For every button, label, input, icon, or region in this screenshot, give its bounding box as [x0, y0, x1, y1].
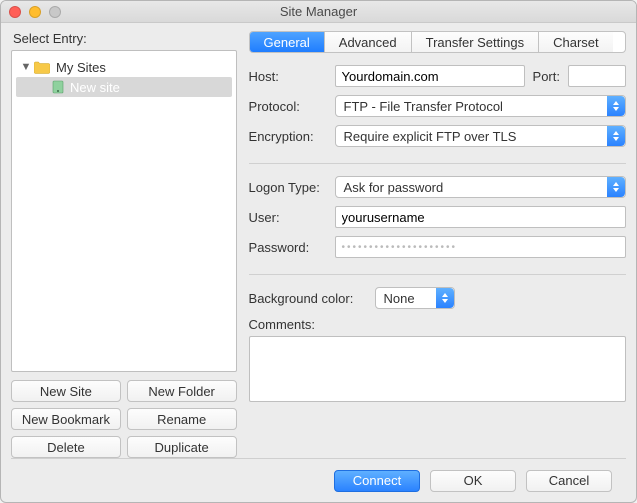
entry-buttons: New Site New Folder New Bookmark Rename …	[11, 380, 237, 458]
settings-panel: General Advanced Transfer Settings Chars…	[249, 29, 626, 458]
duplicate-button[interactable]: Duplicate	[127, 436, 237, 458]
titlebar: Site Manager	[1, 1, 636, 23]
tree-item-label: New site	[70, 80, 120, 95]
site-tree[interactable]: ▼ My Sites New site	[11, 50, 237, 372]
port-label: Port:	[533, 69, 560, 84]
ok-button[interactable]: OK	[430, 470, 516, 492]
tree-item-new-site[interactable]: New site	[16, 77, 232, 97]
new-folder-button[interactable]: New Folder	[127, 380, 237, 402]
minimize-icon[interactable]	[29, 6, 41, 18]
host-label: Host:	[249, 69, 327, 84]
dialog-footer: Connect OK Cancel	[11, 458, 626, 502]
tree-folder-my-sites[interactable]: ▼ My Sites	[16, 57, 232, 77]
delete-button[interactable]: Delete	[11, 436, 121, 458]
tab-charset[interactable]: Charset	[539, 32, 613, 52]
user-label: User:	[249, 210, 327, 225]
updown-icon	[607, 96, 625, 116]
password-input[interactable]: •••••••••••••••••••••	[335, 236, 626, 258]
window-title: Site Manager	[1, 4, 636, 19]
protocol-select[interactable]: FTP - File Transfer Protocol	[335, 95, 626, 117]
user-input[interactable]	[335, 206, 626, 228]
logon-type-value: Ask for password	[344, 180, 444, 195]
select-entry-label: Select Entry:	[13, 31, 237, 46]
site-manager-window: Site Manager Select Entry: ▼ My Sites	[0, 0, 637, 503]
entry-panel: Select Entry: ▼ My Sites New site	[11, 29, 237, 458]
host-input[interactable]	[335, 65, 525, 87]
logon-type-select[interactable]: Ask for password	[335, 176, 626, 198]
background-color-value: None	[384, 291, 415, 306]
protocol-label: Protocol:	[249, 99, 327, 114]
protocol-value: FTP - File Transfer Protocol	[344, 99, 503, 114]
logon-type-label: Logon Type:	[249, 180, 327, 195]
zoom-icon[interactable]	[49, 6, 61, 18]
encryption-value: Require explicit FTP over TLS	[344, 129, 517, 144]
close-icon[interactable]	[9, 6, 21, 18]
comments-label: Comments:	[249, 317, 626, 332]
tree-folder-label: My Sites	[56, 60, 106, 75]
connect-button[interactable]: Connect	[334, 470, 420, 492]
new-site-button[interactable]: New Site	[11, 380, 121, 402]
updown-icon	[607, 126, 625, 146]
disclosure-triangle-icon[interactable]: ▼	[20, 61, 32, 73]
password-label: Password:	[249, 240, 327, 255]
rename-button[interactable]: Rename	[127, 408, 237, 430]
new-bookmark-button[interactable]: New Bookmark	[11, 408, 121, 430]
comments-textarea[interactable]	[249, 336, 626, 402]
password-mask: •••••••••••••••••••••	[342, 242, 458, 253]
tab-transfer-settings[interactable]: Transfer Settings	[412, 32, 540, 52]
encryption-select[interactable]: Require explicit FTP over TLS	[335, 125, 626, 147]
separator	[249, 274, 626, 275]
settings-tabs: General Advanced Transfer Settings Chars…	[249, 31, 626, 53]
background-color-select[interactable]: None	[375, 287, 455, 309]
background-color-label: Background color:	[249, 291, 367, 306]
updown-icon	[436, 288, 454, 308]
cancel-button[interactable]: Cancel	[526, 470, 612, 492]
tab-advanced[interactable]: Advanced	[325, 32, 412, 52]
tab-general[interactable]: General	[250, 32, 325, 52]
separator	[249, 163, 626, 164]
folder-icon	[34, 61, 50, 74]
port-input[interactable]	[568, 65, 626, 87]
server-icon	[52, 80, 64, 94]
encryption-label: Encryption:	[249, 129, 327, 144]
general-form: Host: Port: Protocol: FTP - File Transfe…	[249, 65, 626, 405]
traffic-lights	[9, 6, 61, 18]
updown-icon	[607, 177, 625, 197]
